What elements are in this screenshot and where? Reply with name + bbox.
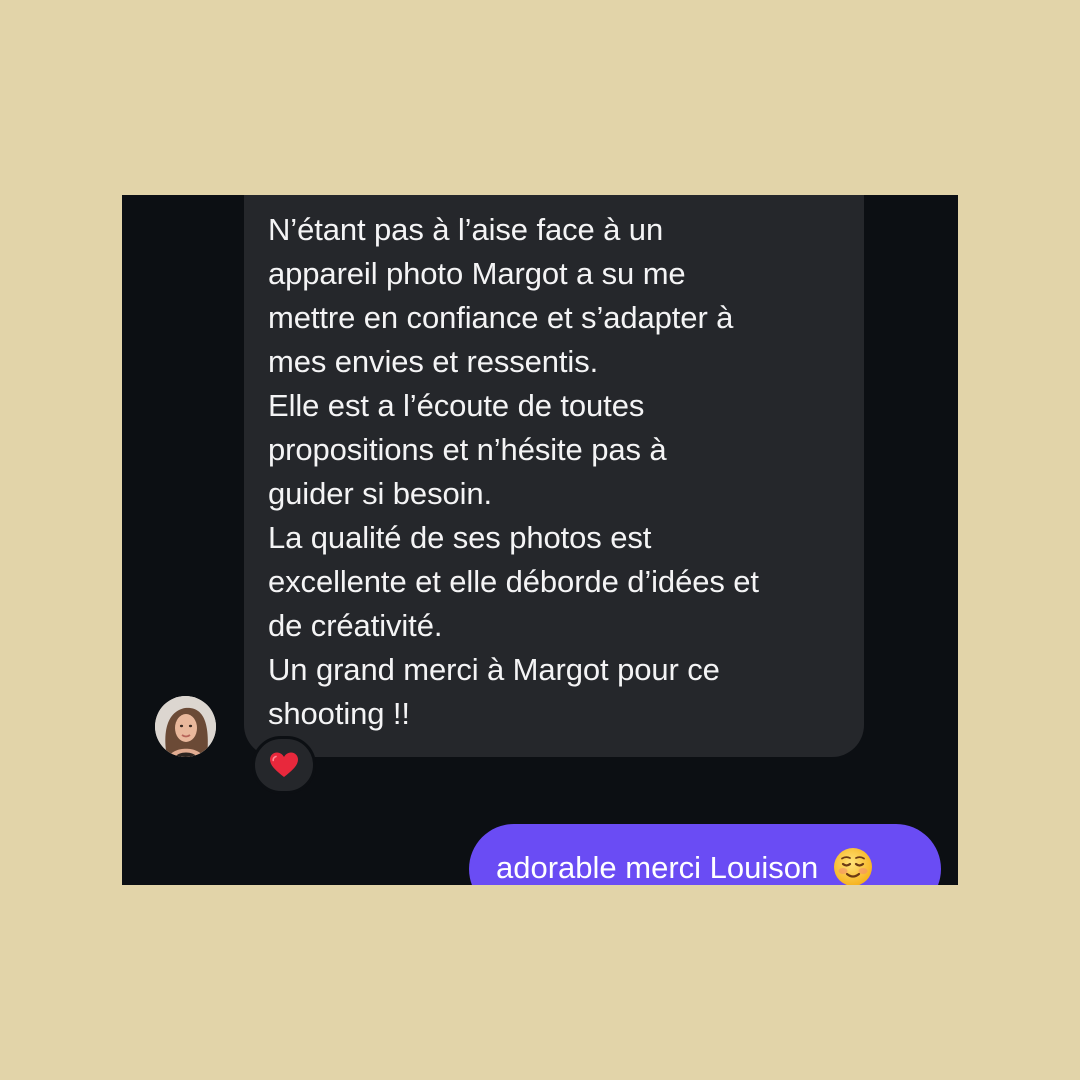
received-message-bubble[interactable]: N’étant pas à l’aise face à un appareil … xyxy=(244,195,864,757)
red-heart-icon xyxy=(270,752,298,777)
message-paragraph: Un grand merci à Margot pour ce shooting… xyxy=(268,652,720,731)
reaction-badge[interactable] xyxy=(252,736,316,794)
sender-avatar[interactable] xyxy=(155,696,216,757)
avatar-photo xyxy=(155,696,216,757)
chat-window: N’étant pas à l’aise face à un appareil … xyxy=(122,195,958,885)
message-paragraph: La qualité de ses photos est excellente … xyxy=(268,520,759,643)
message-paragraph: Elle est a l’écoute de toutes propositio… xyxy=(268,388,667,511)
message-paragraph: N’étant pas à l’aise face à un appareil … xyxy=(268,212,734,379)
smiling-face-icon xyxy=(832,846,874,885)
sent-message-text: adorable merci Louison xyxy=(496,850,819,885)
sent-message-bubble[interactable]: adorable merci Louison xyxy=(469,824,941,885)
